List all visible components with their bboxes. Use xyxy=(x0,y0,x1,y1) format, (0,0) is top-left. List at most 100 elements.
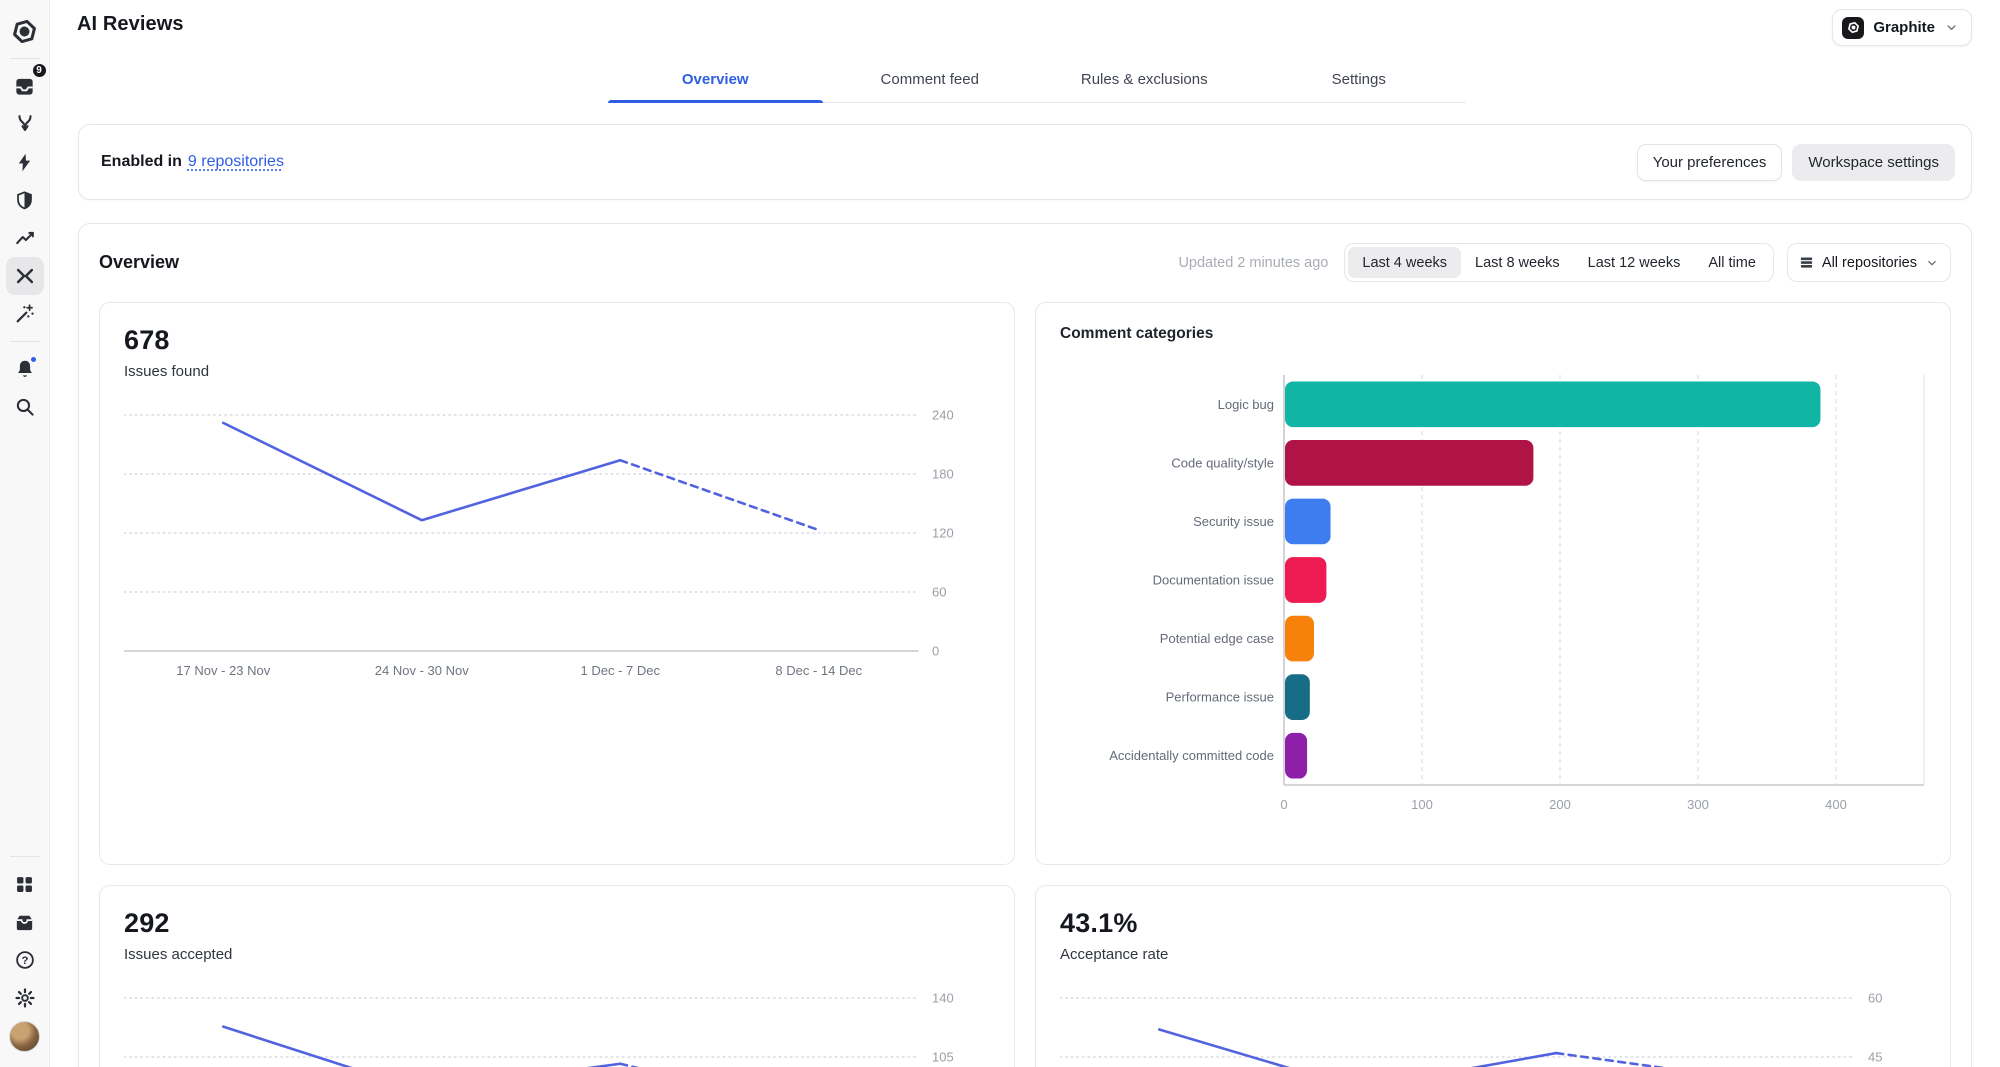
svg-text:200: 200 xyxy=(1549,797,1571,812)
gear-icon xyxy=(14,988,35,1008)
divider xyxy=(9,341,40,342)
svg-text:Accidentally committed code: Accidentally committed code xyxy=(1109,748,1274,763)
svg-text:1 Dec - 7 Dec: 1 Dec - 7 Dec xyxy=(581,663,661,678)
tab-settings[interactable]: Settings xyxy=(1252,56,1467,102)
svg-text:24 Nov - 30 Nov: 24 Nov - 30 Nov xyxy=(375,663,469,678)
svg-text:Security issue: Security issue xyxy=(1193,514,1274,529)
merge-icon xyxy=(17,115,32,132)
sidebar-item-ai-reviews[interactable] xyxy=(5,257,44,295)
graphite-logo[interactable] xyxy=(6,12,44,50)
svg-text:240: 240 xyxy=(932,408,954,423)
svg-text:8 Dec - 14 Dec: 8 Dec - 14 Dec xyxy=(775,663,862,678)
issues-found-label: Issues found xyxy=(124,363,210,380)
sidebar-item-settings[interactable] xyxy=(6,979,44,1017)
your-preferences-button[interactable]: Your preferences xyxy=(1636,143,1783,181)
sidebar-item-insights[interactable] xyxy=(6,219,44,257)
issues-accepted-value: 292 xyxy=(124,908,170,938)
issues-accepted-label: Issues accepted xyxy=(124,946,233,963)
inbox-icon xyxy=(16,78,33,95)
tab-overview[interactable]: Overview xyxy=(608,56,823,103)
notification-dot xyxy=(29,356,37,363)
chevron-down-icon xyxy=(1928,260,1936,265)
updated-timestamp: Updated 2 minutes ago xyxy=(1178,254,1329,271)
sidebar-item-search[interactable] xyxy=(6,388,44,426)
svg-text:100: 100 xyxy=(1411,797,1433,812)
issues-accepted-chart: 0357010514017 Nov - 23 Nov24 Nov - 30 No… xyxy=(123,988,990,1067)
acceptance-rate-value: 43.1% xyxy=(1060,908,1138,938)
svg-text:?: ? xyxy=(21,955,28,967)
repo-stack-icon xyxy=(1800,257,1813,268)
sidebar-item-apps[interactable] xyxy=(6,865,44,903)
acceptance-rate-label: Acceptance rate xyxy=(1060,946,1169,963)
range-last-12-weeks[interactable]: Last 12 weeks xyxy=(1574,247,1695,278)
svg-text:Performance issue: Performance issue xyxy=(1166,690,1274,705)
ai-reviews-icon xyxy=(16,268,33,284)
avatar xyxy=(9,1020,40,1052)
sidebar-item-help[interactable]: ? xyxy=(6,941,44,979)
repositories-link[interactable]: 9 repositories xyxy=(188,153,284,171)
graphite-badge-icon xyxy=(1842,16,1865,39)
comment-categories-title: Comment categories xyxy=(1060,325,1214,342)
inbox-badge: 9 xyxy=(31,63,47,78)
tray-icon xyxy=(16,915,33,930)
overview-section: Overview Updated 2 minutes ago Last 4 we… xyxy=(78,223,1972,1067)
svg-text:300: 300 xyxy=(1687,797,1709,812)
chevron-down-icon xyxy=(1947,25,1956,31)
svg-text:140: 140 xyxy=(932,991,954,1006)
svg-text:Code quality/style: Code quality/style xyxy=(1171,455,1274,470)
sidebar-item-merge[interactable] xyxy=(6,105,44,143)
banner-text: Enabled in xyxy=(101,153,182,170)
workspace-switcher-button[interactable]: Graphite xyxy=(1832,9,1972,46)
top-bar: AI Reviews Graphite xyxy=(50,0,2000,56)
svg-text:0: 0 xyxy=(932,644,939,659)
svg-text:Logic bug: Logic bug xyxy=(1218,397,1274,412)
tabs: Overview Comment feed Rules & exclusions… xyxy=(608,56,1466,103)
svg-text:17 Nov - 23 Nov: 17 Nov - 23 Nov xyxy=(176,663,270,678)
search-icon xyxy=(16,398,34,416)
sidebar-item-notifications[interactable] xyxy=(6,350,44,388)
hexagon-nut-icon xyxy=(13,19,36,43)
svg-text:Documentation issue: Documentation issue xyxy=(1153,573,1274,588)
acceptance-rate-chart: 01530456017 Nov - 23 Nov24 Nov - 30 Nov1… xyxy=(1059,988,1926,1067)
workspace-name: Graphite xyxy=(1873,19,1935,36)
svg-text:0: 0 xyxy=(1280,797,1287,812)
overview-title: Overview xyxy=(99,252,180,272)
sidebar-item-automations[interactable] xyxy=(6,143,44,181)
range-last-4-weeks[interactable]: Last 4 weeks xyxy=(1348,247,1462,278)
comment-categories-card: Comment categories 0 100 200 300 400 Logic bu… xyxy=(1035,302,1951,865)
sidebar-item-protections[interactable] xyxy=(6,181,44,219)
sidebar: 9 ? xyxy=(0,0,50,1067)
magic-wand-icon xyxy=(16,304,34,323)
svg-text:60: 60 xyxy=(932,585,946,600)
svg-text:45: 45 xyxy=(1868,1050,1882,1065)
page-title: AI Reviews xyxy=(77,13,184,35)
acceptance-rate-card: 43.1% Acceptance rate 01530456017 Nov - … xyxy=(1035,885,1951,1067)
range-last-8-weeks[interactable]: Last 8 weeks xyxy=(1461,247,1574,278)
repository-filter-dropdown[interactable]: All repositories xyxy=(1786,243,1951,282)
tab-comment-feed[interactable]: Comment feed xyxy=(823,56,1038,102)
sidebar-item-inbox[interactable]: 9 xyxy=(6,63,47,105)
svg-text:400: 400 xyxy=(1825,797,1847,812)
divider xyxy=(9,856,40,857)
sidebar-item-magic[interactable] xyxy=(6,295,44,333)
grid-icon xyxy=(17,876,32,892)
time-range-segmented-control: Last 4 weeks Last 8 weeks Last 12 weeks … xyxy=(1344,243,1774,282)
tab-rules-exclusions[interactable]: Rules & exclusions xyxy=(1037,56,1252,102)
svg-text:105: 105 xyxy=(932,1050,954,1065)
svg-text:120: 120 xyxy=(932,526,954,541)
trend-chart-icon xyxy=(15,231,34,245)
sidebar-item-workspace[interactable] xyxy=(6,903,44,941)
enabled-repos-banner: Enabled in 9 repositories Your preferenc… xyxy=(78,124,1972,200)
issues-found-card: 678 Issues found 0 60 120 180 240 17 Nov - 23… xyxy=(99,302,1015,865)
issues-found-chart: 0 60 120 180 240 17 Nov - 23 Nov 24 Nov - 30 N… xyxy=(123,405,990,685)
svg-text:180: 180 xyxy=(932,467,954,482)
shield-icon xyxy=(17,190,32,209)
user-avatar[interactable] xyxy=(6,1017,44,1055)
svg-text:60: 60 xyxy=(1868,991,1882,1006)
comment-categories-chart: 0 100 200 300 400 Logic bug Code quality/style… xyxy=(1060,363,1926,825)
range-all-time[interactable]: All time xyxy=(1694,247,1770,278)
svg-text:Potential edge case: Potential edge case xyxy=(1160,631,1274,646)
issues-found-value: 678 xyxy=(124,325,170,355)
workspace-settings-button[interactable]: Workspace settings xyxy=(1792,143,1955,181)
lightning-icon xyxy=(18,153,31,171)
